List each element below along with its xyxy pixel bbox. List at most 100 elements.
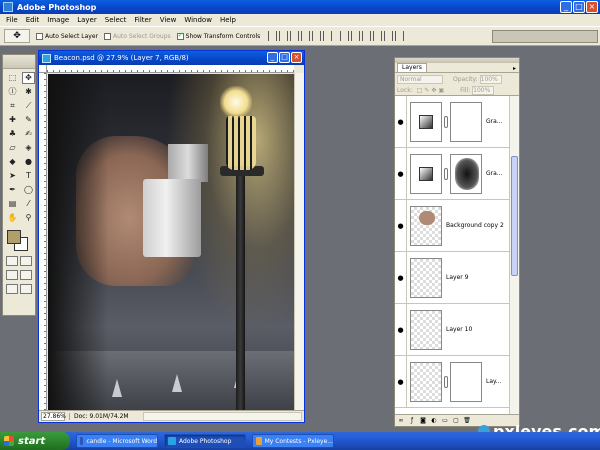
layer-row[interactable]: ● Layer 9 [395,252,509,304]
healing-brush-tool-icon[interactable]: ✚ [6,114,19,126]
tool-preset-picker[interactable]: ✥ [4,29,30,43]
menu-window[interactable]: Window [180,16,216,24]
new-layer-icon[interactable]: ▢ [452,417,460,425]
align-right-icon[interactable] [323,31,333,41]
document-minimize-button[interactable]: _ [267,52,278,63]
brush-tool-icon[interactable]: ✎ [22,114,35,126]
visibility-eye-icon[interactable]: ● [395,200,407,251]
layer-row[interactable]: ● Layer 10 [395,304,509,356]
menu-view[interactable]: View [156,16,181,24]
standard-mode-icon[interactable] [6,256,18,266]
auto-select-layer-checkbox[interactable] [36,32,43,40]
toolbox-header[interactable] [3,55,35,69]
lock-image-icon[interactable]: ✎ [424,87,429,94]
taskbar-item-word[interactable]: candle - Microsoft Word [76,434,158,448]
show-transform-controls-checkbox[interactable] [176,31,184,40]
fill-field[interactable]: 100% [472,85,495,95]
lock-transparency-icon[interactable]: □ [417,87,423,94]
layers-scrollbar-thumb[interactable] [511,156,518,276]
path-selection-tool-icon[interactable]: ➤ [6,170,19,182]
menu-filter[interactable]: Filter [130,16,155,24]
lock-position-icon[interactable]: ✥ [431,87,436,94]
paint-bucket-tool-icon[interactable]: ◈ [22,142,35,154]
document-close-button[interactable]: × [291,52,302,63]
align-left-icon[interactable] [301,31,311,41]
delete-layer-icon[interactable]: 🗑 [463,417,471,425]
mask-link-icon[interactable] [444,375,448,388]
distribute-bottom-icon[interactable] [362,31,372,41]
align-vcenter-icon[interactable] [279,31,289,41]
marquee-tool-icon[interactable]: ⬚ [6,72,19,84]
lock-all-icon[interactable]: ▣ [438,87,444,94]
show-transform-controls-option[interactable]: Show Transform Controls [176,31,260,40]
magic-wand-tool-icon[interactable]: ✱ [22,86,35,98]
visibility-eye-icon[interactable]: ● [395,96,407,147]
vertical-ruler[interactable] [39,73,47,410]
slice-tool-icon[interactable]: ⟋ [22,100,35,112]
distribute-left-icon[interactable] [373,31,383,41]
auto-select-layer-option[interactable]: Auto Select Layer [36,32,98,40]
distribute-vcenter-icon[interactable] [351,31,361,41]
document-horizontal-scrollbar[interactable] [142,412,302,421]
visibility-eye-icon[interactable]: ● [395,304,407,355]
visibility-eye-icon[interactable]: ● [395,356,407,407]
add-mask-icon[interactable]: ◙ [419,417,427,425]
align-bottom-icon[interactable] [290,31,300,41]
layer-mask-thumbnail[interactable] [450,153,482,194]
visibility-eye-icon[interactable]: ● [395,148,407,199]
menu-help[interactable]: Help [216,16,240,24]
distribute-top-icon[interactable] [340,31,350,41]
layer-row[interactable]: ● Background copy 2 [395,200,509,252]
mask-link-icon[interactable] [444,167,448,180]
distribute-hcenter-icon[interactable] [384,31,394,41]
layers-scrollbar[interactable] [509,96,519,414]
zoom-level-field[interactable]: 27.86% [41,412,66,421]
blur-tool-icon[interactable]: ◆ [6,156,19,168]
horizontal-ruler[interactable] [47,65,294,73]
menu-layer[interactable]: Layer [73,16,101,24]
pen-tool-icon[interactable]: ✒ [6,184,19,196]
hand-tool-icon[interactable]: ✋ [6,212,19,224]
distribute-right-icon[interactable] [395,31,405,41]
eyedropper-tool-icon[interactable]: ⁄ [22,198,35,210]
palette-well[interactable] [492,30,598,43]
align-hcenter-icon[interactable] [312,31,322,41]
align-top-icon[interactable] [268,31,278,41]
layer-mask-thumbnail[interactable] [450,361,482,402]
jump-to-imageready-icon[interactable] [20,284,32,294]
full-screen-mode-icon[interactable] [6,284,18,294]
start-button[interactable]: start [0,432,70,450]
taskbar-item-browser[interactable]: My Contests - Pxleye... [252,434,334,448]
document-maximize-button[interactable]: □ [279,52,290,63]
document-title-bar[interactable]: Beacon.psd @ 27.9% (Layer 7, RGB/8) _ □ … [39,51,304,65]
full-screen-menu-mode-icon[interactable] [20,270,32,280]
zoom-tool-icon[interactable]: ⚲ [22,212,35,224]
document-size-info[interactable]: Doc: 9.01M/74.2M [69,413,133,420]
maximize-button[interactable]: □ [573,1,585,13]
minimize-button[interactable]: _ [560,1,572,13]
new-group-icon[interactable]: ▭ [441,417,449,425]
ruler-origin[interactable] [39,65,47,73]
blend-mode-select[interactable]: Normal [397,74,443,84]
foreground-color-swatch[interactable] [7,230,21,244]
type-tool-icon[interactable]: T [22,170,35,182]
link-layers-icon[interactable]: ∞ [397,417,405,425]
eraser-tool-icon[interactable]: ▱ [6,142,19,154]
dodge-tool-icon[interactable]: ● [22,156,35,168]
tab-layers[interactable]: Layers [397,63,427,72]
taskbar-item-photoshop[interactable]: Adobe Photoshop [164,434,246,448]
palette-menu-icon[interactable]: ▸ [513,65,516,72]
clone-stamp-tool-icon[interactable]: ♣ [6,128,19,140]
layer-row[interactable]: ● Gra... [395,96,509,148]
layer-mask-thumbnail[interactable] [450,101,482,142]
menu-image[interactable]: Image [43,16,73,24]
lasso-tool-icon[interactable]: ⓛ [6,86,19,98]
image-canvas[interactable] [48,74,296,411]
new-adjustment-layer-icon[interactable]: ◐ [430,417,438,425]
menu-select[interactable]: Select [101,16,131,24]
opacity-field[interactable]: 100% [479,74,502,84]
menu-file[interactable]: File [2,16,22,24]
notes-tool-icon[interactable]: ▤ [6,198,19,210]
move-tool-icon[interactable]: ✥ [22,72,35,84]
standard-screen-mode-icon[interactable] [6,270,18,280]
